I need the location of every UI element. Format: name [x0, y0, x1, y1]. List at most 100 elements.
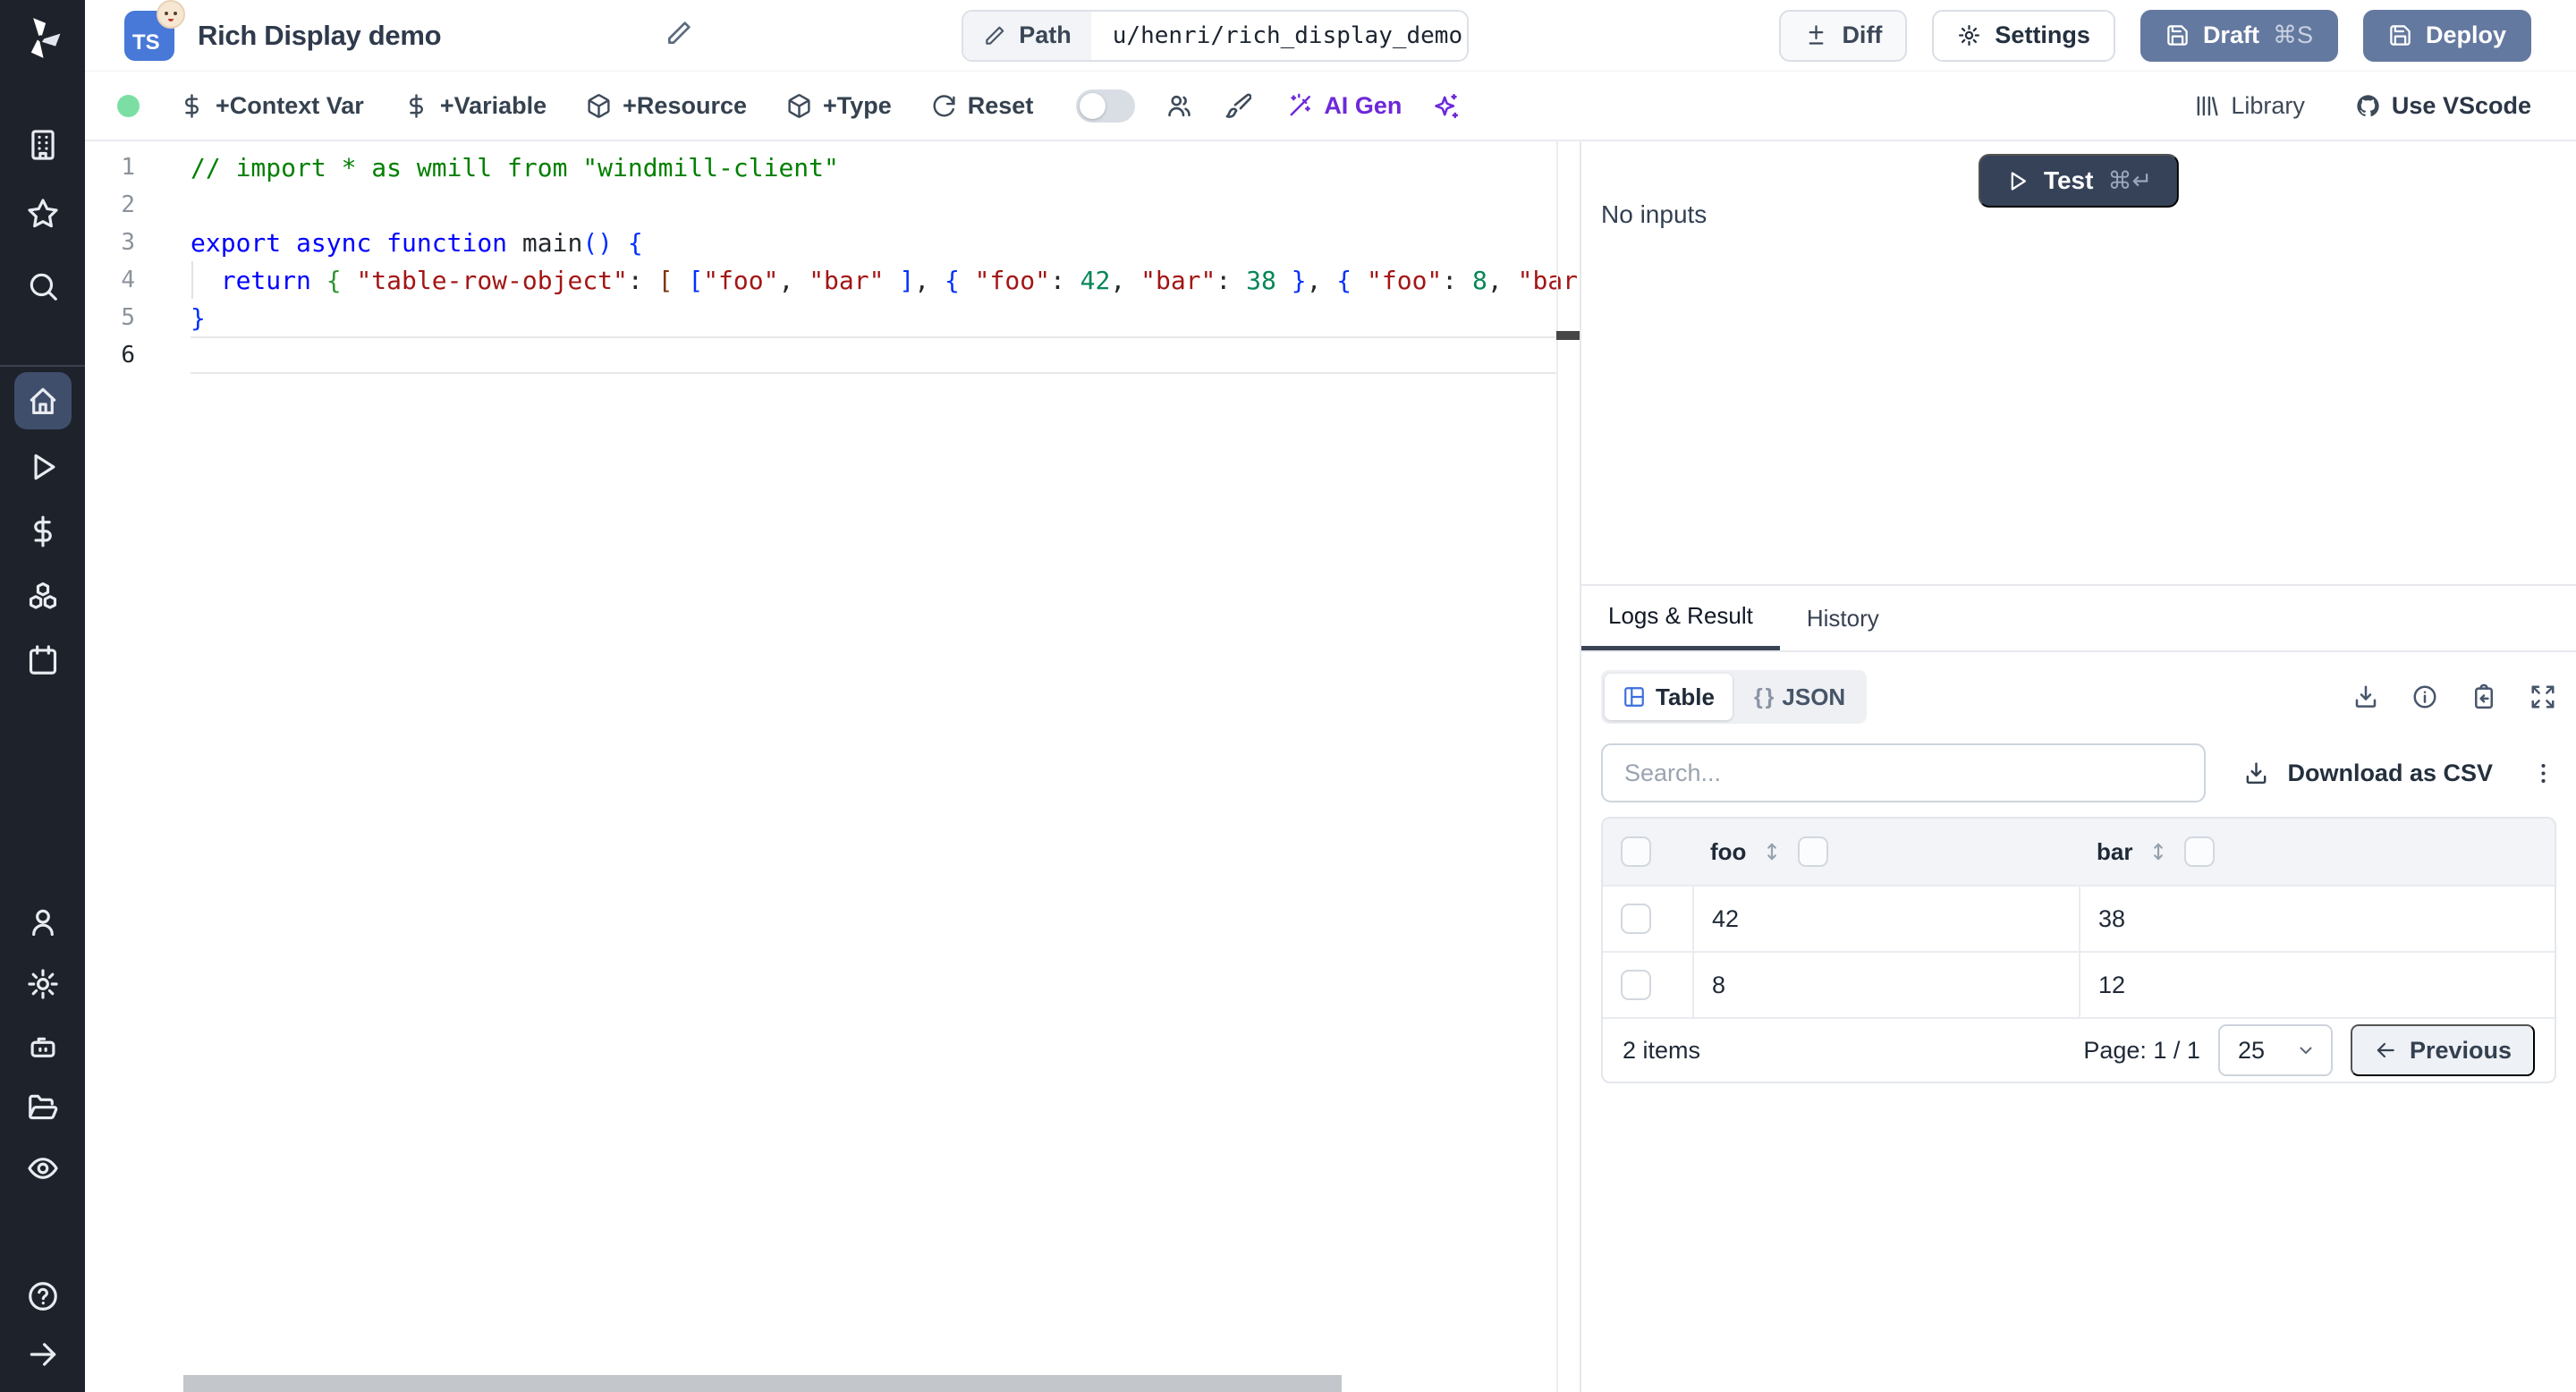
add-context-var-label: +Context Var: [216, 92, 364, 120]
add-resource-button[interactable]: +Resource: [586, 92, 747, 120]
sidebar-item-help[interactable]: [14, 1268, 72, 1325]
code-text: return { "table-row-object": [ ["foo", "…: [191, 266, 1580, 295]
edit-summary-button[interactable]: [665, 19, 693, 52]
add-context-var-button[interactable]: +Context Var: [179, 92, 364, 120]
dollar-icon: [26, 514, 60, 548]
sparkles-icon: [1432, 92, 1460, 120]
search-icon: [26, 269, 60, 303]
indent-guide: [191, 261, 193, 299]
arrow-right-icon: [26, 1337, 60, 1371]
arrow-left-icon: [2374, 1039, 2397, 1062]
previous-page-button[interactable]: Previous: [2351, 1024, 2535, 1076]
code-line[interactable]: 5}: [85, 299, 1580, 336]
editor-horizontal-scrollbar[interactable]: [183, 1375, 1342, 1392]
items-count: 2 items: [1623, 1037, 1700, 1065]
code-text: export async function main() {: [191, 228, 643, 258]
multiplayer-button[interactable]: [1165, 92, 1193, 120]
windmill-logo-icon[interactable]: [16, 13, 70, 66]
line-number: 6: [85, 342, 191, 369]
sidebar-item-runs[interactable]: [14, 438, 72, 496]
sidebar-item-users[interactable]: [14, 894, 72, 951]
download-icon[interactable]: [2352, 683, 2379, 710]
sidebar-item-schedules[interactable]: [14, 632, 72, 689]
gear-icon: [26, 967, 60, 1001]
sidebar-item-variables[interactable]: [14, 503, 72, 560]
column-bar-checkbox[interactable]: [2184, 836, 2215, 867]
sort-bar-button[interactable]: [2147, 840, 2170, 863]
row-checkbox[interactable]: [1621, 970, 1651, 1000]
select-all-checkbox[interactable]: [1621, 836, 1651, 867]
diff-mode-toggle[interactable]: [1076, 89, 1135, 123]
add-variable-button[interactable]: +Variable: [403, 92, 547, 120]
expand-icon[interactable]: [2529, 683, 2556, 710]
result-actions: [2352, 683, 2556, 710]
tab-history[interactable]: History: [1780, 586, 1906, 650]
ai-gen-label: AI Gen: [1324, 92, 1402, 120]
sidebar-item-settings[interactable]: [14, 955, 72, 1013]
table-footer: 2 items Page: 1 / 1 25: [1603, 1017, 2555, 1082]
library-label: Library: [2231, 92, 2305, 120]
column-header-bar[interactable]: bar: [2097, 838, 2132, 866]
tab-logs-result[interactable]: Logs & Result: [1581, 586, 1780, 650]
ai-sparkles-button[interactable]: [1432, 92, 1460, 120]
clipboard-copy-icon[interactable]: [2470, 683, 2497, 710]
topbar-actions: Diff Settings Draft ⌘S: [1779, 10, 2531, 62]
line-number: 1: [85, 154, 191, 181]
code-line[interactable]: 4 return { "table-row-object": [ ["foo",…: [85, 261, 1580, 299]
deploy-button[interactable]: Deploy: [2363, 10, 2531, 62]
settings-button[interactable]: Settings: [1932, 10, 2115, 62]
path-value[interactable]: u/henri/rich_display_demo: [1091, 12, 1467, 60]
page-title: Rich Display demo: [198, 20, 441, 52]
table-row: 812: [1603, 951, 2555, 1017]
github-icon: [2355, 93, 2381, 119]
view-table-button[interactable]: Table: [1605, 674, 1733, 720]
library-button[interactable]: Library: [2194, 92, 2305, 120]
line-number: 5: [85, 304, 191, 331]
sidebar-item-expand[interactable]: [14, 1326, 72, 1383]
code-editor[interactable]: 1// import * as wmill from "windmill-cli…: [85, 141, 1580, 1392]
sidebar-item-resources[interactable]: [14, 567, 72, 624]
code-line[interactable]: 2: [85, 186, 1580, 224]
view-json-button[interactable]: { } JSON: [1736, 674, 1863, 720]
info-icon[interactable]: [2411, 683, 2438, 710]
format-button[interactable]: [1224, 92, 1251, 120]
download-csv-button[interactable]: Download as CSV: [2243, 760, 2493, 787]
sidebar-item-workers[interactable]: [14, 1018, 72, 1075]
search-input[interactable]: [1601, 743, 2206, 802]
deploy-label: Deploy: [2426, 21, 2506, 49]
typescript-badge-label: TS: [132, 30, 160, 55]
add-variable-label: +Variable: [440, 92, 547, 120]
diff-button[interactable]: Diff: [1779, 10, 1907, 62]
sort-foo-button[interactable]: [1760, 840, 1784, 863]
calendar-icon: [26, 643, 60, 677]
reset-button[interactable]: Reset: [931, 92, 1034, 120]
play-icon: [2005, 169, 2029, 193]
sidebar-item-favorites[interactable]: [14, 185, 72, 242]
sidebar-item-folders[interactable]: [14, 1079, 72, 1136]
table-icon: [1623, 685, 1646, 709]
add-type-button[interactable]: +Type: [786, 92, 892, 120]
sidebar-item-audit-logs[interactable]: [14, 1140, 72, 1197]
code-line[interactable]: 3export async function main() {: [85, 224, 1580, 261]
test-button[interactable]: Test ⌘↵: [1979, 154, 2179, 208]
view-json-label: JSON: [1782, 683, 1845, 711]
path-group: Path u/henri/rich_display_demo: [962, 10, 1469, 62]
page-size-select[interactable]: 25: [2218, 1024, 2333, 1076]
row-checkbox[interactable]: [1621, 904, 1651, 934]
column-foo-checkbox[interactable]: [1798, 836, 1828, 867]
draft-button[interactable]: Draft ⌘S: [2140, 10, 2338, 62]
refresh-icon: [931, 93, 957, 119]
column-header-foo[interactable]: foo: [1710, 838, 1746, 866]
sidebar-item-workspace[interactable]: [14, 116, 72, 174]
home-icon: [26, 384, 60, 418]
table-menu-button[interactable]: [2530, 760, 2556, 786]
sidebar-item-home[interactable]: [14, 372, 72, 429]
code-line[interactable]: 1// import * as wmill from "windmill-cli…: [85, 149, 1580, 186]
use-vscode-button[interactable]: Use VScode: [2355, 92, 2531, 120]
page-indicator: Page: 1 / 1: [2083, 1037, 2200, 1065]
package-icon: [586, 93, 612, 119]
edit-path-button[interactable]: Path: [963, 12, 1091, 60]
sidebar-item-search[interactable]: [14, 258, 72, 315]
ai-gen-button[interactable]: AI Gen: [1287, 92, 1402, 120]
right-panel: Test ⌘↵ No inputs Logs & Result History: [1580, 141, 2576, 1392]
